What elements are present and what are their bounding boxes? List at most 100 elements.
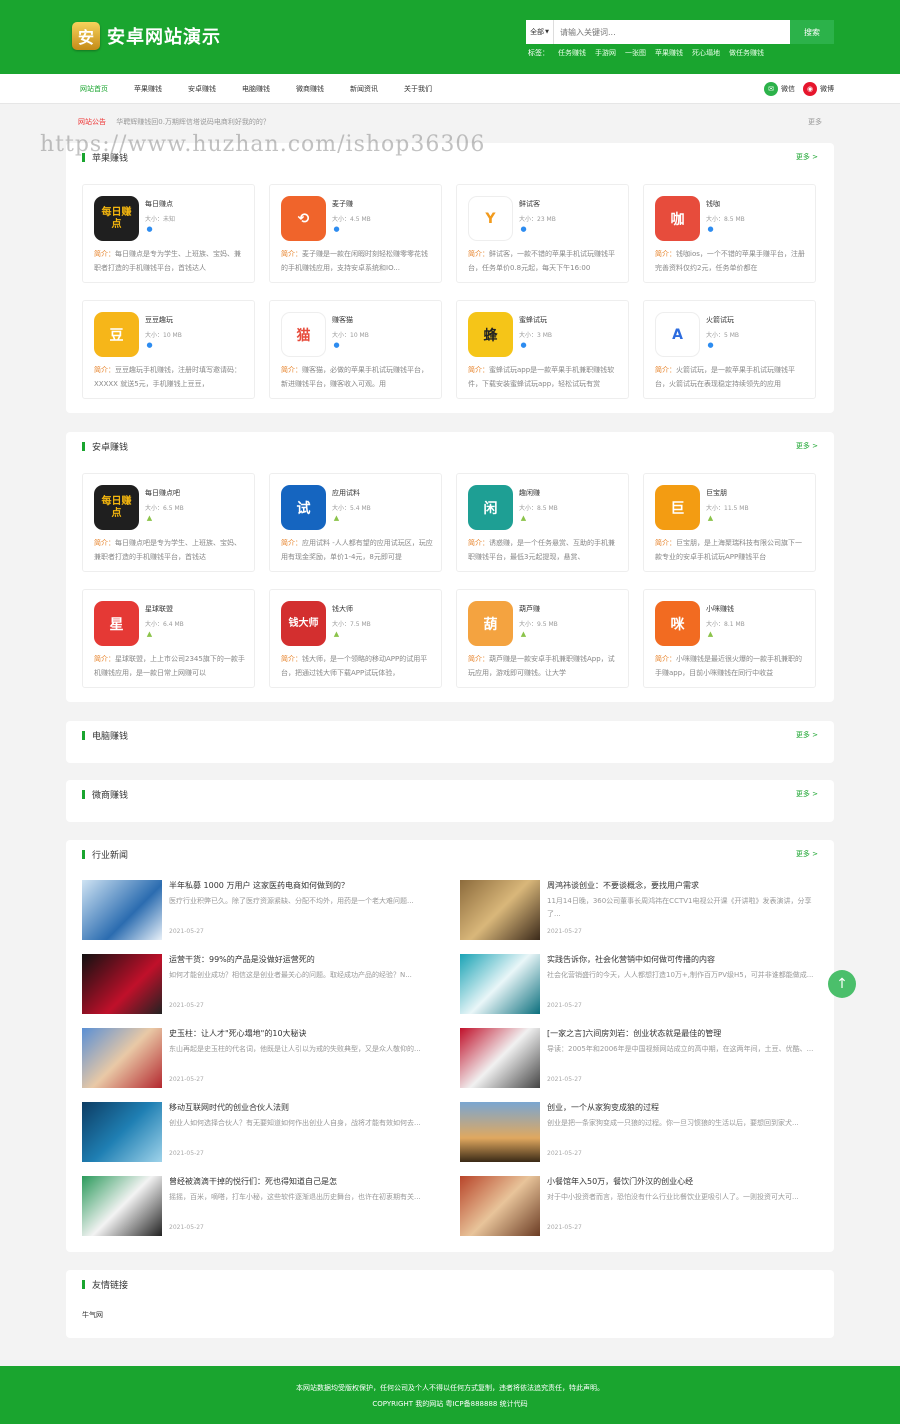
- app-name[interactable]: 豆豆趣玩: [145, 315, 173, 325]
- app-icon[interactable]: Y: [468, 196, 513, 241]
- app-icon[interactable]: 咖: [655, 196, 700, 241]
- app-icon[interactable]: 葫: [468, 601, 513, 646]
- app-name[interactable]: 鲜试客: [519, 199, 540, 209]
- app-card[interactable]: 咪小咪赚钱 大小：8.1 MB ▲ 简介：小咪赚钱是最近很火爆的一款手机兼职的手赚ap…: [643, 589, 816, 688]
- news-item[interactable]: 半年私募 1000 万用户 这家医药电商如何做到的？ 医疗行业积弊已久。除了医疗资…: [82, 880, 444, 940]
- app-card[interactable]: 葫葫芦赚 大小：9.5 MB ▲ 简介：葫芦赚是一款安卓手机兼职赚钱App，试玩应用，…: [456, 589, 629, 688]
- news-item[interactable]: [一家之言]六间房刘岩：创业状态就是最佳的管理 导读：2005年和2006年是中国…: [460, 1028, 822, 1088]
- footer-icp[interactable]: COPYRIGHT 我的网站 粤ICP备888888 统计代码: [0, 1399, 900, 1409]
- more-link[interactable]: 更多 >: [796, 441, 818, 451]
- app-icon[interactable]: A: [655, 312, 700, 357]
- more-link[interactable]: 更多 >: [796, 730, 818, 740]
- news-item[interactable]: 移动互联网时代的创业合伙人法则 创业人如何选择合伙人？有无要知道如何作出创业人自身…: [82, 1102, 444, 1162]
- app-card[interactable]: 试应用试料 大小：5.4 MB ▲ 简介：应用试料 -人人都有望的应用试玩区，玩应用有…: [269, 473, 442, 572]
- back-to-top-button[interactable]: ↑: [828, 970, 856, 998]
- news-thumbnail[interactable]: [460, 1176, 540, 1236]
- search-category-select[interactable]: 全部 ▼: [526, 20, 554, 44]
- nav-item-about[interactable]: 关于我们: [404, 84, 432, 94]
- news-title[interactable]: 周鸿祎谈创业：不要谈概念，要找用户需求: [547, 880, 822, 891]
- app-name[interactable]: 每日赚点吧: [145, 488, 180, 498]
- tag-link[interactable]: 一张图: [625, 48, 646, 58]
- app-name[interactable]: 钱咖: [706, 199, 720, 209]
- news-thumbnail[interactable]: [82, 954, 162, 1014]
- app-name[interactable]: 钱大师: [332, 604, 353, 614]
- more-link[interactable]: 更多 >: [796, 849, 818, 859]
- app-card[interactable]: 每日赚点 每日赚点 大小：未知 ● 简介：每日赚点是专为学生、上班族、宝妈、兼职者打造的…: [82, 184, 255, 283]
- app-card[interactable]: 蜂蜜蜂试玩 大小：3 MB ● 简介：蜜蜂试玩app是一款苹果手机兼职赚钱软件，下载安…: [456, 300, 629, 399]
- app-icon[interactable]: 咪: [655, 601, 700, 646]
- app-icon[interactable]: 豆: [94, 312, 139, 357]
- app-icon[interactable]: 试: [281, 485, 326, 530]
- nav-item-pc[interactable]: 电脑赚钱: [242, 84, 270, 94]
- tag-link[interactable]: 做任务赚钱: [729, 48, 764, 58]
- weibo-link[interactable]: ◉ 微博: [803, 82, 834, 96]
- news-item[interactable]: 周鸿祎谈创业：不要谈概念，要找用户需求 11月14日晚，360公司董事长周鸿祎在C…: [460, 880, 822, 940]
- news-thumbnail[interactable]: [460, 1028, 540, 1088]
- app-name[interactable]: 应用试料: [332, 488, 360, 498]
- news-title[interactable]: 史玉柱：让人才"死心塌地"的10大秘诀: [169, 1028, 444, 1039]
- app-card[interactable]: 巨巨宝朋 大小：11.5 MB ▲ 简介：巨宝朋，是上海聚瑞科技有限公司旗下一款专业的…: [643, 473, 816, 572]
- app-name[interactable]: 赚客猫: [332, 315, 353, 325]
- nav-item-android[interactable]: 安卓赚钱: [188, 84, 216, 94]
- app-card[interactable]: ⟲ 麦子赚 大小：4.5 MB ● 简介：麦子赚是一款在闲暇时刻轻松赚零零花钱的手机赚钱…: [269, 184, 442, 283]
- app-name[interactable]: 每日赚点: [145, 199, 173, 209]
- app-card[interactable]: 猫赚客猫 大小：10 MB ● 简介：赚客猫，必做的苹果手机试玩赚钱平台，新进赚钱平台…: [269, 300, 442, 399]
- announcement-more-link[interactable]: 更多: [808, 117, 822, 127]
- tag-link[interactable]: 死心塌地: [692, 48, 720, 58]
- search-button[interactable]: 搜索: [790, 20, 834, 44]
- news-title[interactable]: 小餐馆年入50万，餐饮门外汉的创业心经: [547, 1176, 822, 1187]
- app-card[interactable]: 钱大师 钱大师 大小：7.5 MB ▲ 简介：钱大师，是一个领略的移动APP的试用平台，…: [269, 589, 442, 688]
- app-name[interactable]: 火箭试玩: [706, 315, 734, 325]
- tag-link[interactable]: 苹果赚钱: [655, 48, 683, 58]
- app-name[interactable]: 趣闲赚: [519, 488, 540, 498]
- app-card[interactable]: A 火箭试玩 大小：5 MB ● 简介：火箭试玩，是一款苹果手机试玩赚钱平台，火箭试玩在…: [643, 300, 816, 399]
- app-icon[interactable]: ⟲: [281, 196, 326, 241]
- news-title[interactable]: 曾经被滴滴干掉的悦行们：死也得知道自己是怎: [169, 1176, 444, 1187]
- nav-item-wechat-business[interactable]: 微商赚钱: [296, 84, 324, 94]
- announcement-text[interactable]: 华聘辉赚钱回0.万期辉信塔说码电商利好我的的？: [116, 118, 270, 126]
- news-title[interactable]: 实践告诉你，社会化营销中如何做可传播的内容: [547, 954, 822, 965]
- app-icon[interactable]: 每日赚点: [94, 485, 139, 530]
- app-name[interactable]: 星球联盟: [145, 604, 173, 614]
- more-link[interactable]: 更多 >: [796, 152, 818, 162]
- news-item[interactable]: 运营干货：99%的产品是没做好运营死的 如何才能创业成功？相信这是创业者最关心的问…: [82, 954, 444, 1014]
- news-item[interactable]: 史玉柱：让人才"死心塌地"的10大秘诀 东山再起是史玉柱的代名词，他既是让人引以为…: [82, 1028, 444, 1088]
- app-name[interactable]: 蜜蜂试玩: [519, 315, 547, 325]
- news-thumbnail[interactable]: [82, 1102, 162, 1162]
- app-name[interactable]: 巨宝朋: [706, 488, 727, 498]
- news-thumbnail[interactable]: [82, 880, 162, 940]
- news-title[interactable]: 移动互联网时代的创业合伙人法则: [169, 1102, 444, 1113]
- news-title[interactable]: 创业，一个从家狗变成狼的过程: [547, 1102, 822, 1113]
- app-card[interactable]: 闲趣闲赚 大小：8.5 MB ▲ 简介：诱惑赚，是一个任务悬赏、互助的手机兼职赚钱平台…: [456, 473, 629, 572]
- news-item[interactable]: 曾经被滴滴干掉的悦行们：死也得知道自己是怎 摇摇，百米，嘀嗒，打车小秘，这些软件逐…: [82, 1176, 444, 1236]
- news-title[interactable]: 运营干货：99%的产品是没做好运营死的: [169, 954, 444, 965]
- friend-link[interactable]: 牛气网: [82, 1310, 103, 1320]
- app-card[interactable]: 每日赚点 每日赚点吧 大小：6.5 MB ▲ 简介：每日赚点吧是专为学生、上班族、宝妈、…: [82, 473, 255, 572]
- wechat-link[interactable]: ✉ 微信: [764, 82, 795, 96]
- app-icon[interactable]: 钱大师: [281, 601, 326, 646]
- app-name[interactable]: 小咪赚钱: [706, 604, 734, 614]
- app-card[interactable]: 咖钱咖 大小：8.5 MB ● 简介：钱咖ios，一个不错的苹果手赚平台，注册完善资料…: [643, 184, 816, 283]
- news-item[interactable]: 小餐馆年入50万，餐饮门外汉的创业心经 对于中小投资者而言，恐怕没有什么行业比餐饮…: [460, 1176, 822, 1236]
- app-card[interactable]: 星星球联盟 大小：6.4 MB ▲ 简介：星球联盟，上上市公司2345旗下的一款手机赚…: [82, 589, 255, 688]
- news-title[interactable]: 半年私募 1000 万用户 这家医药电商如何做到的？: [169, 880, 444, 891]
- more-link[interactable]: 更多 >: [796, 789, 818, 799]
- news-title[interactable]: [一家之言]六间房刘岩：创业状态就是最佳的管理: [547, 1028, 822, 1039]
- news-thumbnail[interactable]: [82, 1176, 162, 1236]
- tag-link[interactable]: 任务赚钱: [558, 48, 586, 58]
- news-thumbnail[interactable]: [460, 954, 540, 1014]
- app-name[interactable]: 葫芦赚: [519, 604, 540, 614]
- nav-item-home[interactable]: 网站首页: [80, 84, 108, 94]
- news-thumbnail[interactable]: [460, 880, 540, 940]
- app-name[interactable]: 麦子赚: [332, 199, 353, 209]
- site-logo[interactable]: 安 安卓网站演示: [72, 22, 221, 50]
- app-icon[interactable]: 星: [94, 601, 139, 646]
- app-icon[interactable]: 闲: [468, 485, 513, 530]
- app-card[interactable]: 豆豆豆趣玩 大小：10 MB ● 简介：豆豆趣玩手机赚钱，注册时填写邀请码：XXXXX…: [82, 300, 255, 399]
- app-icon[interactable]: 每日赚点: [94, 196, 139, 241]
- tag-link[interactable]: 手游网: [595, 48, 616, 58]
- app-icon[interactable]: 巨: [655, 485, 700, 530]
- news-item[interactable]: 创业，一个从家狗变成狼的过程 创业是把一条家狗变成一只狼的过程。你一旦习惯狼的生活…: [460, 1102, 822, 1162]
- news-thumbnail[interactable]: [82, 1028, 162, 1088]
- app-card[interactable]: Y 鲜试客 大小：23 MB ● 简介：鲜试客，一款不错的苹果手机试玩赚钱平台，任务单价…: [456, 184, 629, 283]
